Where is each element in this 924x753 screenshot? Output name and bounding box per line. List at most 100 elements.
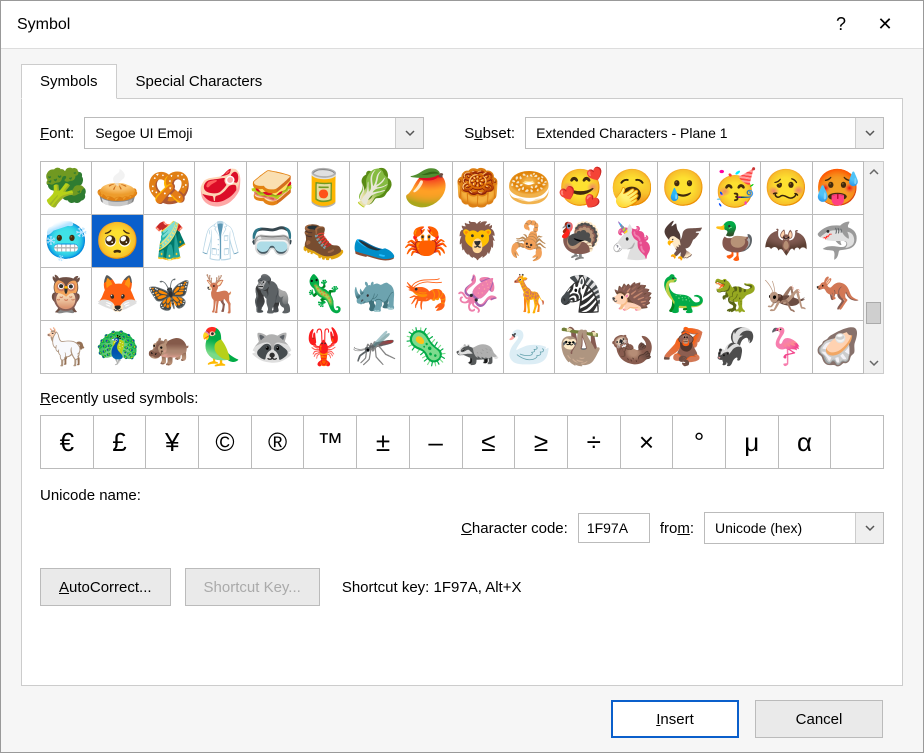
- recent-symbol-cell[interactable]: ¥: [146, 416, 198, 468]
- symbol-cell[interactable]: 🥲: [658, 162, 708, 214]
- symbol-cell[interactable]: 🦡: [453, 321, 503, 373]
- symbol-cell[interactable]: 🦑: [453, 268, 503, 320]
- symbol-cell[interactable]: 🦖: [710, 268, 760, 320]
- symbol-cell[interactable]: 🥪: [247, 162, 297, 214]
- tab-symbols[interactable]: Symbols: [21, 64, 117, 99]
- symbol-cell[interactable]: 🥳: [710, 162, 760, 214]
- recent-symbol-cell[interactable]: ®: [252, 416, 304, 468]
- recent-symbol-cell[interactable]: ±: [357, 416, 409, 468]
- symbol-cell[interactable]: 🦄: [607, 215, 657, 267]
- symbol-cell[interactable]: 🥴: [761, 162, 811, 214]
- from-combobox[interactable]: Unicode (hex): [704, 512, 884, 544]
- symbol-cell[interactable]: 🥦: [41, 162, 91, 214]
- symbol-cell[interactable]: 🦧: [658, 321, 708, 373]
- symbol-cell[interactable]: 🦉: [41, 268, 91, 320]
- symbol-cell[interactable]: 🥮: [453, 162, 503, 214]
- font-combobox[interactable]: [84, 117, 424, 149]
- from-dropdown-button[interactable]: [855, 513, 883, 543]
- subset-combobox[interactable]: Extended Characters - Plane 1: [525, 117, 884, 149]
- symbol-cell[interactable]: 🦨: [710, 321, 760, 373]
- symbol-cell[interactable]: 🦆: [710, 215, 760, 267]
- symbol-cell[interactable]: 🥿: [350, 215, 400, 267]
- symbol-cell[interactable]: 🦚: [92, 321, 142, 373]
- symbol-cell[interactable]: 🦟: [350, 321, 400, 373]
- symbol-cell[interactable]: 🦀: [401, 215, 451, 267]
- symbol-cell[interactable]: 🦔: [607, 268, 657, 320]
- symbol-cell[interactable]: 🦙: [41, 321, 91, 373]
- insert-button[interactable]: Insert: [611, 700, 739, 738]
- symbol-cell[interactable]: 🦈: [813, 215, 863, 267]
- symbol-cell[interactable]: 🦝: [247, 321, 297, 373]
- symbol-cell[interactable]: 🦢: [504, 321, 554, 373]
- scroll-down-button[interactable]: [864, 353, 883, 373]
- symbol-cell[interactable]: 🦛: [144, 321, 194, 373]
- symbol-cell[interactable]: 🦁: [453, 215, 503, 267]
- recent-symbol-cell[interactable]: ≥: [515, 416, 567, 468]
- symbol-cell[interactable]: 🥯: [504, 162, 554, 214]
- shortcut-key-button[interactable]: Shortcut Key...: [185, 568, 320, 606]
- recent-symbol-cell[interactable]: ×: [621, 416, 673, 468]
- recent-symbol-cell[interactable]: ©: [199, 416, 251, 468]
- symbol-cell[interactable]: 🦃: [555, 215, 605, 267]
- symbol-cell[interactable]: 🦂: [504, 215, 554, 267]
- symbol-cell[interactable]: 🥰: [555, 162, 605, 214]
- help-button[interactable]: ?: [819, 1, 863, 49]
- scroll-track[interactable]: [864, 182, 883, 353]
- symbol-scrollbar[interactable]: [864, 161, 884, 374]
- recent-symbol-cell[interactable]: €: [41, 416, 93, 468]
- recent-symbol-cell[interactable]: –: [410, 416, 462, 468]
- cancel-button[interactable]: Cancel: [755, 700, 883, 738]
- symbol-cell[interactable]: 🦒: [504, 268, 554, 320]
- symbol-cell[interactable]: 🦋: [144, 268, 194, 320]
- symbol-cell[interactable]: 🦗: [761, 268, 811, 320]
- symbol-cell[interactable]: 🥬: [350, 162, 400, 214]
- symbol-cell[interactable]: 🥼: [195, 215, 245, 267]
- symbol-cell[interactable]: 🦘: [813, 268, 863, 320]
- scroll-up-button[interactable]: [864, 162, 883, 182]
- symbol-cell[interactable]: 🥶: [41, 215, 91, 267]
- symbol-cell[interactable]: 🥽: [247, 215, 297, 267]
- tab-special-characters[interactable]: Special Characters: [117, 64, 282, 99]
- symbol-cell[interactable]: 🥺: [92, 215, 142, 267]
- symbol-cell[interactable]: 🦇: [761, 215, 811, 267]
- font-dropdown-button[interactable]: [395, 118, 423, 148]
- symbol-cell[interactable]: 🦜: [195, 321, 245, 373]
- symbol-cell[interactable]: 🥨: [144, 162, 194, 214]
- autocorrect-button[interactable]: AutoCorrect...: [40, 568, 171, 606]
- symbol-cell[interactable]: 🦞: [298, 321, 348, 373]
- recent-symbol-cell[interactable]: [831, 416, 883, 468]
- symbol-cell[interactable]: 🦓: [555, 268, 605, 320]
- symbol-cell[interactable]: 🦏: [350, 268, 400, 320]
- symbol-cell[interactable]: 🥻: [144, 215, 194, 267]
- recent-symbol-cell[interactable]: ÷: [568, 416, 620, 468]
- scroll-thumb[interactable]: [866, 302, 881, 324]
- symbol-cell[interactable]: 🥭: [401, 162, 451, 214]
- symbol-cell[interactable]: 🥱: [607, 162, 657, 214]
- recent-symbol-cell[interactable]: ™: [304, 416, 356, 468]
- symbol-cell[interactable]: 🦪: [813, 321, 863, 373]
- symbol-cell[interactable]: 🥫: [298, 162, 348, 214]
- symbol-cell[interactable]: 🦠: [401, 321, 451, 373]
- symbol-cell[interactable]: 🦩: [761, 321, 811, 373]
- recent-symbol-cell[interactable]: °: [673, 416, 725, 468]
- symbol-cell[interactable]: 🦍: [247, 268, 297, 320]
- recent-symbol-cell[interactable]: μ: [726, 416, 778, 468]
- subset-dropdown-button[interactable]: [855, 118, 883, 148]
- symbol-cell[interactable]: 🦎: [298, 268, 348, 320]
- close-button[interactable]: ✕: [863, 1, 907, 49]
- symbol-cell[interactable]: 🥵: [813, 162, 863, 214]
- symbol-cell[interactable]: 🦅: [658, 215, 708, 267]
- symbol-cell[interactable]: 🥩: [195, 162, 245, 214]
- symbol-cell[interactable]: 🦊: [92, 268, 142, 320]
- symbol-cell[interactable]: 🦐: [401, 268, 451, 320]
- symbol-cell[interactable]: 🦦: [607, 321, 657, 373]
- recent-symbol-cell[interactable]: £: [94, 416, 146, 468]
- charcode-input[interactable]: [578, 513, 650, 543]
- symbol-cell[interactable]: 🥧: [92, 162, 142, 214]
- symbol-cell[interactable]: 🦥: [555, 321, 605, 373]
- symbol-cell[interactable]: 🦕: [658, 268, 708, 320]
- recent-symbol-cell[interactable]: α: [779, 416, 831, 468]
- symbol-cell[interactable]: 🥾: [298, 215, 348, 267]
- recent-symbol-cell[interactable]: ≤: [463, 416, 515, 468]
- font-input[interactable]: [85, 118, 395, 148]
